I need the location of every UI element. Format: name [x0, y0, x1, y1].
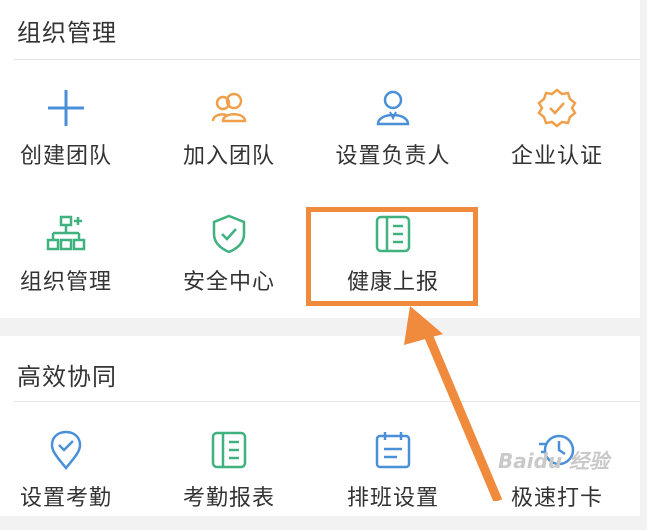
org-chart-icon — [46, 215, 86, 251]
plus-icon — [48, 90, 84, 126]
org-management-label: 组织管理 — [19, 270, 112, 295]
section-title-org: 组织管理 — [17, 19, 117, 47]
attendance-report-label: 考勤报表 — [182, 486, 275, 511]
quick-clock-in-label: 极速打卡 — [510, 486, 603, 511]
set-manager-label: 设置负责人 — [335, 144, 451, 169]
join-team-label: 加入团队 — [182, 144, 275, 169]
org-management-button[interactable]: 组织管理 — [0, 214, 141, 314]
create-team-button[interactable]: 创建团队 — [0, 88, 141, 188]
enterprise-verification-button[interactable]: 企业认证 — [482, 88, 632, 188]
collaboration-panel: 高效协同 设置考勤 考勤报表 排班设置 极速打卡 — [0, 336, 640, 516]
person-icon — [376, 90, 410, 126]
section-title-collab: 高效协同 — [17, 363, 117, 391]
calendar-icon — [375, 432, 411, 469]
shift-settings-label: 排班设置 — [346, 486, 439, 511]
book-icon — [211, 431, 247, 469]
people-icon — [211, 92, 247, 123]
divider — [14, 59, 640, 60]
security-center-label: 安全中心 — [182, 270, 275, 295]
shield-check-icon — [212, 214, 246, 254]
highlight-box — [306, 207, 478, 306]
set-manager-button[interactable]: 设置负责人 — [318, 88, 468, 188]
attendance-report-button[interactable]: 考勤报表 — [154, 430, 304, 530]
create-team-label: 创建团队 — [19, 144, 112, 169]
attendance-settings-label: 设置考勤 — [19, 486, 112, 511]
attendance-settings-button[interactable]: 设置考勤 — [0, 430, 141, 530]
location-check-icon — [50, 430, 82, 470]
badge-check-icon — [537, 88, 577, 128]
watermark: Baidu 经验 — [498, 449, 610, 473]
enterprise-verification-label: 企业认证 — [510, 144, 603, 169]
divider — [14, 401, 640, 402]
security-center-button[interactable]: 安全中心 — [154, 214, 304, 314]
shift-settings-button[interactable]: 排班设置 — [318, 430, 468, 530]
join-team-button[interactable]: 加入团队 — [154, 88, 304, 188]
